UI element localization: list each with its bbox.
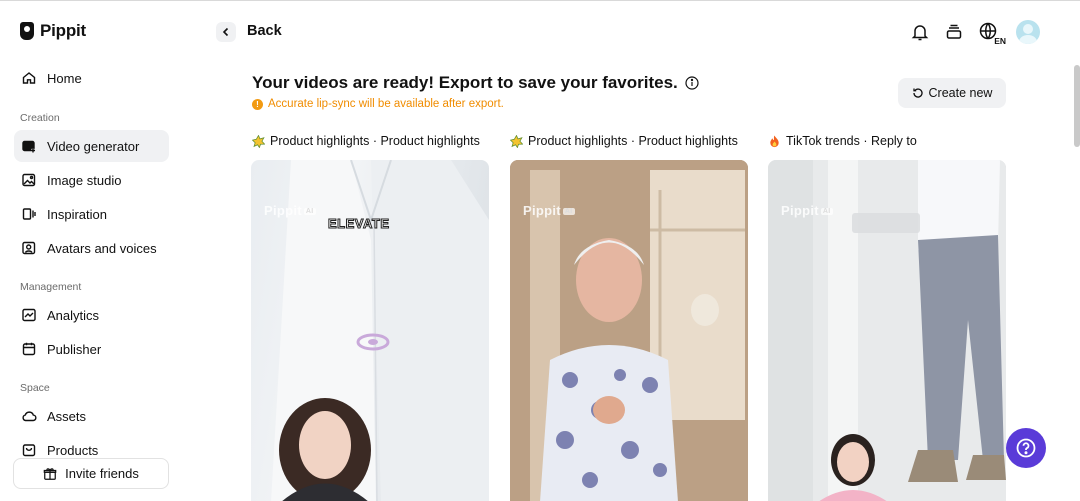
- question-icon: [1016, 438, 1036, 458]
- video-card-title: Product highlights · Product highlights: [252, 134, 480, 148]
- warning-text: Accurate lip-sync will be available afte…: [268, 98, 504, 110]
- page-scrollbar[interactable]: [1074, 65, 1080, 147]
- section-label-space: Space: [20, 382, 50, 394]
- star-badge-icon: [510, 134, 523, 148]
- video-card-title: TikTok trends · Reply to: [768, 134, 917, 148]
- invite-friends-label: Invite friends: [65, 466, 139, 481]
- app-name: Pippit: [40, 21, 87, 40]
- star-badge-icon: [252, 134, 265, 148]
- home-icon: [22, 72, 36, 84]
- sidebar-item-video-generator[interactable]: Video generator: [14, 130, 169, 162]
- video-caption: ELEVATE: [328, 216, 390, 232]
- sidebar-item-label: Avatars and voices: [47, 240, 157, 256]
- caption-placeholder: [852, 213, 920, 233]
- sidebar-item-label: Products: [47, 442, 99, 458]
- app-logo[interactable]: Pippit: [20, 21, 86, 41]
- sidebar-item-label: Video generator: [47, 138, 140, 154]
- section-label-creation: Creation: [20, 112, 60, 124]
- inspiration-icon: [22, 208, 36, 220]
- create-new-label: Create new: [928, 86, 993, 100]
- back-button[interactable]: [216, 22, 236, 42]
- avatar-icon: [22, 241, 36, 255]
- video-thumbnail[interactable]: Pippit AI ELEVATE: [251, 160, 489, 501]
- sidebar-item-home[interactable]: Home: [14, 62, 169, 94]
- sidebar-item-label: Image studio: [47, 172, 122, 188]
- info-icon[interactable]: [685, 76, 699, 90]
- refresh-icon: [912, 88, 923, 98]
- video-thumbnail[interactable]: Pippit AI: [510, 160, 748, 501]
- lip-sync-warning: ! Accurate lip-sync will be available af…: [252, 98, 504, 110]
- help-button[interactable]: [1006, 428, 1046, 468]
- bag-icon: [22, 444, 36, 457]
- sidebar-item-image-studio[interactable]: Image studio: [14, 164, 169, 196]
- sidebar-item-avatars-and-voices[interactable]: Avatars and voices: [14, 232, 169, 264]
- top-actions: EN: [910, 20, 1040, 46]
- back-link[interactable]: Back: [247, 23, 282, 39]
- sidebar-item-assets[interactable]: Assets: [14, 400, 169, 432]
- video-card-title: Product highlights · Product highlights: [510, 134, 738, 148]
- section-label-management: Management: [20, 281, 82, 293]
- pippit-watermark: Pippit AI: [523, 203, 575, 218]
- sidebar-item-label: Home: [47, 70, 82, 86]
- sidebar-item-label: Inspiration: [47, 206, 107, 222]
- invite-friends-button[interactable]: Invite friends: [13, 458, 169, 489]
- bell-icon[interactable]: [910, 22, 930, 42]
- warning-icon: !: [252, 98, 263, 110]
- page-title: Your videos are ready! Export to save yo…: [252, 73, 699, 93]
- sidebar-item-label: Assets: [47, 408, 87, 424]
- page-title-text: Your videos are ready! Export to save yo…: [252, 73, 678, 92]
- pippit-watermark: Pippit AI: [264, 203, 316, 218]
- gift-icon: [43, 467, 57, 480]
- sidebar-item-label: Analytics: [47, 307, 100, 323]
- video-card-title-text: Product highlights · Product highlights: [528, 134, 738, 148]
- stack-icon[interactable]: [944, 22, 964, 42]
- sidebar-item-analytics[interactable]: Analytics: [14, 299, 169, 331]
- user-avatar[interactable]: [1016, 20, 1040, 44]
- sidebar-item-label: Publisher: [47, 341, 102, 357]
- video-thumbnail[interactable]: Pippit AI: [768, 160, 1006, 501]
- video-card-title-text: TikTok trends · Reply to: [786, 134, 917, 148]
- video-card-title-text: Product highlights · Product highlights: [270, 134, 480, 148]
- sidebar-item-publisher[interactable]: Publisher: [14, 333, 169, 365]
- pippit-watermark: Pippit AI: [781, 203, 833, 218]
- cloud-icon: [22, 411, 37, 422]
- image-edit-icon: [22, 173, 36, 187]
- video-plus-icon: [22, 140, 35, 153]
- chart-icon: [22, 308, 36, 322]
- calendar-icon: [22, 342, 36, 356]
- language-code: EN: [994, 36, 1006, 46]
- pippit-logo-icon: [20, 22, 34, 40]
- language-selector[interactable]: EN: [978, 21, 1006, 46]
- sidebar: Pippit Home Creation Video generator Ima…: [0, 1, 182, 501]
- sidebar-item-inspiration[interactable]: Inspiration: [14, 198, 169, 230]
- create-new-button[interactable]: Create new: [898, 78, 1006, 108]
- fire-badge-icon: [770, 134, 779, 147]
- chevron-left-icon: [222, 27, 229, 37]
